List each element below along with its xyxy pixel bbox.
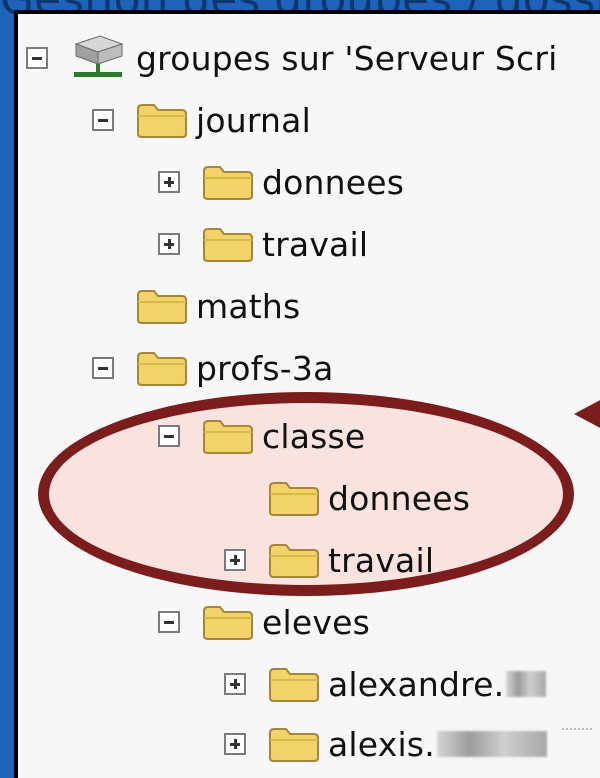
expand-icon[interactable] bbox=[158, 171, 180, 193]
expand-icon[interactable] bbox=[158, 233, 180, 255]
tree-item-label: profs-3a bbox=[196, 348, 334, 388]
collapse-icon[interactable] bbox=[158, 611, 180, 633]
tree-item-label: journal bbox=[196, 100, 311, 140]
tree-item-label: donnees bbox=[328, 478, 471, 518]
server-icon bbox=[74, 35, 124, 77]
tree-item-label: travail bbox=[262, 224, 369, 264]
tree-item-alexis[interactable]: alexis. bbox=[224, 714, 547, 774]
tree-item-label: classe bbox=[262, 416, 366, 456]
folder-icon bbox=[137, 104, 187, 138]
expand-icon[interactable] bbox=[224, 549, 246, 571]
folder-icon bbox=[203, 166, 253, 200]
tree-item-label: maths bbox=[196, 286, 301, 326]
folder-icon bbox=[203, 606, 253, 640]
tree-item-label: donnees bbox=[262, 162, 405, 202]
tree-item-classe-donnees[interactable]: donnees bbox=[224, 468, 470, 528]
tree-item-label: eleves bbox=[262, 602, 370, 642]
arrow-pointer-icon bbox=[574, 398, 600, 430]
collapse-icon[interactable] bbox=[92, 109, 114, 131]
folder-icon bbox=[203, 228, 253, 262]
folder-icon bbox=[269, 728, 319, 762]
folder-icon bbox=[269, 482, 319, 516]
tree-item-journal-travail[interactable]: travail bbox=[158, 214, 368, 274]
tree-item-classe-travail[interactable]: travail bbox=[224, 530, 434, 590]
tree-item-label: travail bbox=[328, 540, 435, 580]
collapse-icon[interactable] bbox=[158, 425, 180, 447]
tree-view-panel: groupes sur 'Serveur Scri journal donnee… bbox=[14, 10, 600, 778]
tree-item-journal[interactable]: journal bbox=[92, 90, 311, 150]
collapse-icon[interactable] bbox=[92, 357, 114, 379]
folder-icon bbox=[137, 290, 187, 324]
tree-item-profs-3a[interactable]: profs-3a bbox=[92, 338, 334, 398]
folder-icon bbox=[203, 420, 253, 454]
tree-item-classe[interactable]: classe bbox=[158, 406, 365, 466]
folder-icon bbox=[269, 668, 319, 702]
expand-icon[interactable] bbox=[224, 733, 246, 755]
redacted-text bbox=[436, 731, 547, 757]
folder-icon bbox=[137, 352, 187, 386]
tree-item-maths[interactable]: maths bbox=[92, 276, 300, 336]
focus-dotted-line bbox=[562, 728, 594, 730]
tree-item-label: alexandre. bbox=[328, 664, 505, 704]
tree-item-root[interactable]: groupes sur 'Serveur Scri bbox=[26, 28, 558, 88]
redacted-text bbox=[506, 671, 547, 697]
tree-item-eleves[interactable]: eleves bbox=[158, 592, 370, 652]
tree-item-label: groupes sur 'Serveur Scri bbox=[136, 38, 558, 78]
folder-icon bbox=[269, 544, 319, 578]
tree-item-label: alexis. bbox=[328, 724, 435, 764]
expand-icon[interactable] bbox=[224, 673, 246, 695]
tree-item-journal-donnees[interactable]: donnees bbox=[158, 152, 404, 212]
tree-item-alexandre[interactable]: alexandre. bbox=[224, 654, 547, 714]
collapse-icon[interactable] bbox=[26, 47, 48, 69]
